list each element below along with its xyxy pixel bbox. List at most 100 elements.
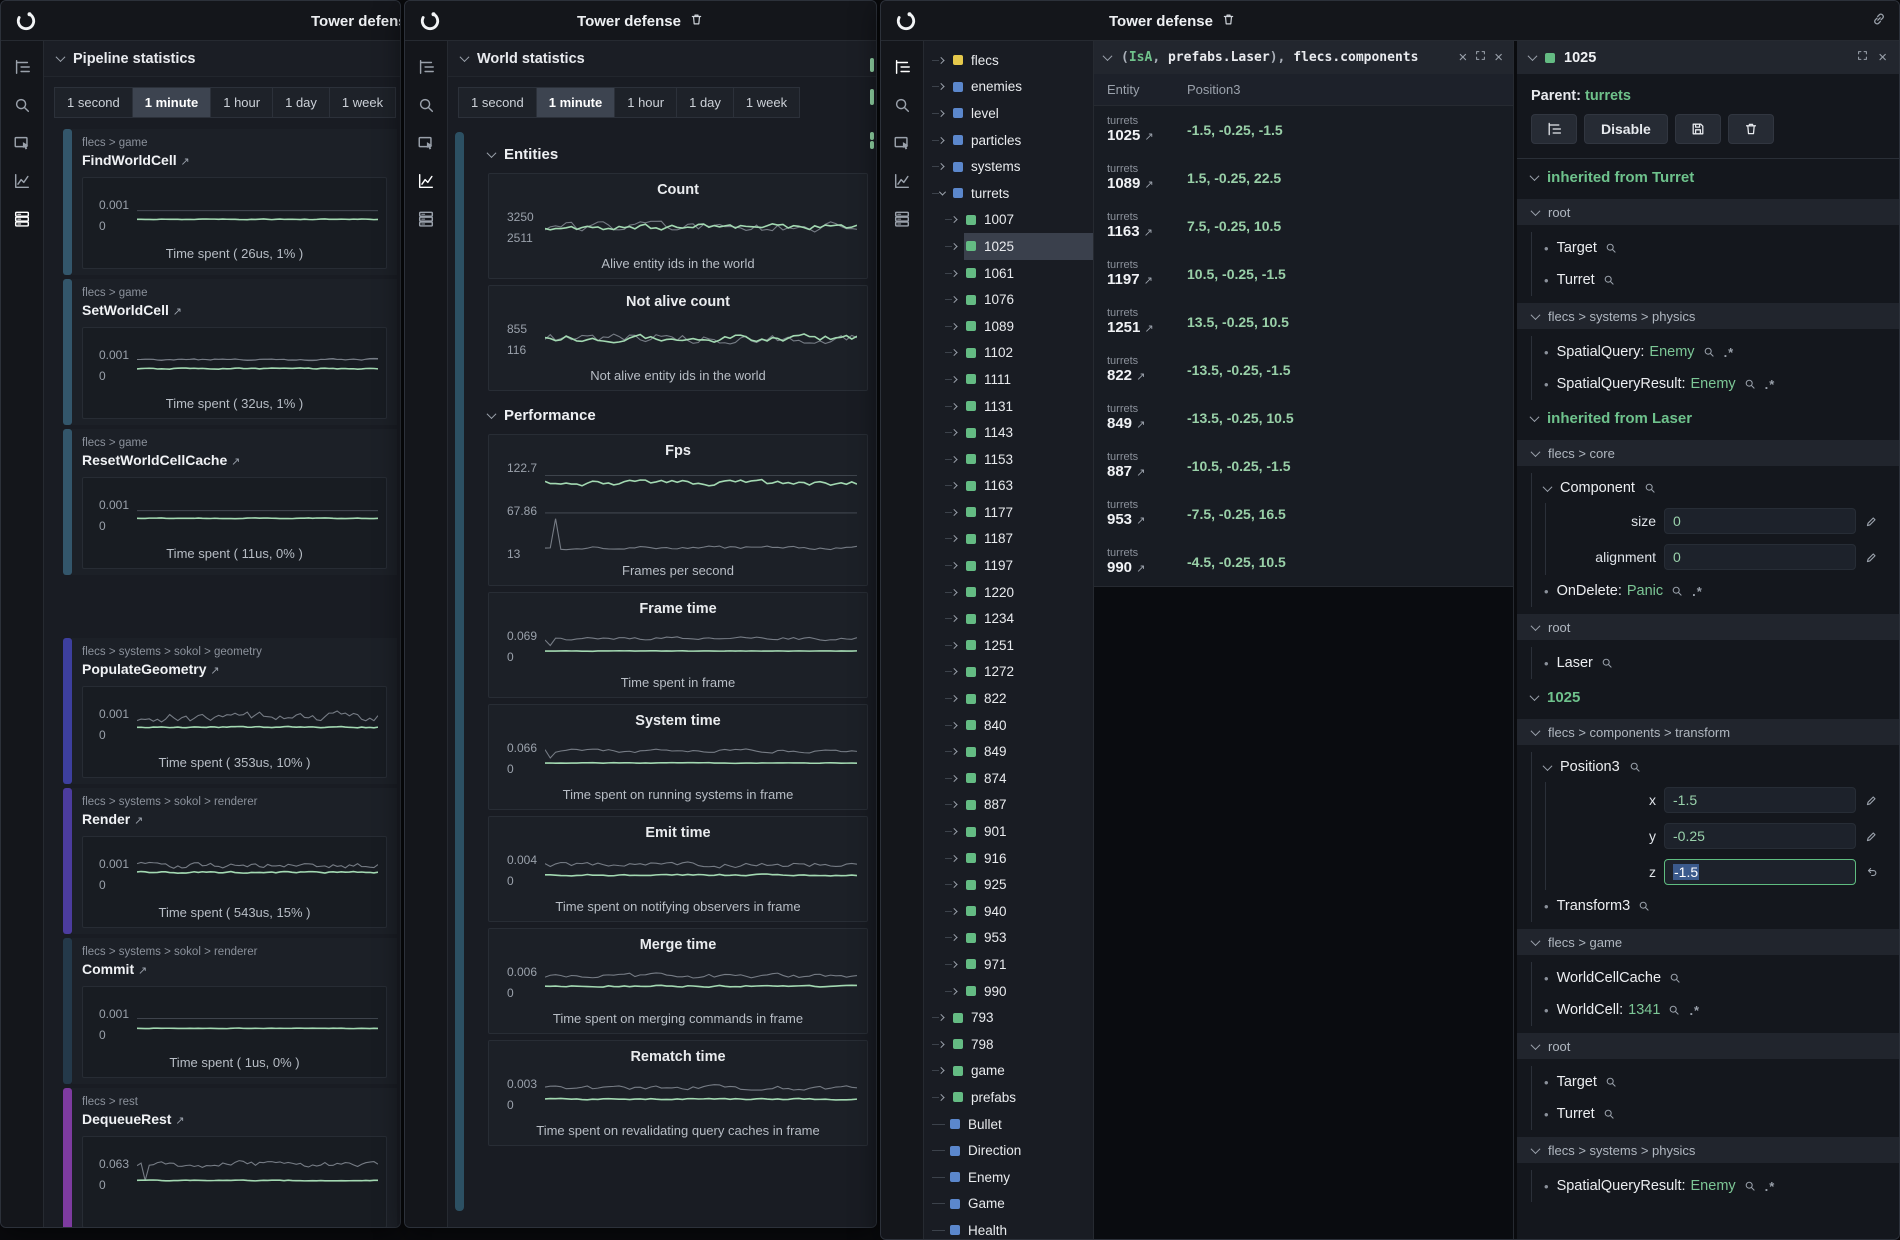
search-icon[interactable] (1603, 274, 1616, 287)
query-result-row[interactable]: turrets 953 ↗ -7.5, -0.25, 16.5 (1094, 490, 1513, 538)
time-tab[interactable]: 1 day (273, 88, 330, 117)
chart-title-link[interactable]: DequeueRest ↗ (82, 1110, 387, 1131)
chevron-right-icon[interactable] (953, 457, 964, 462)
chevron-right-icon[interactable] (953, 616, 964, 621)
component-item-Turret[interactable]: • Turret (1532, 264, 1899, 296)
trash-icon[interactable] (1221, 12, 1236, 31)
sidebar-tree-button[interactable] (10, 55, 34, 79)
tree-item-925[interactable]: 925 (924, 871, 1093, 898)
entity-link[interactable]: 953 ↗ (1107, 512, 1187, 529)
query-result-row[interactable]: turrets 849 ↗ -13.5, -0.25, 10.5 (1094, 394, 1513, 442)
tree-item-enemies[interactable]: enemies (924, 74, 1093, 101)
chart-title-link[interactable]: PopulateGeometry ↗ (82, 660, 387, 681)
tree-item-Bullet[interactable]: Bullet (924, 1111, 1093, 1138)
field-input-z[interactable]: -1.5 (1664, 859, 1856, 885)
component-item-Target[interactable]: • Target (1532, 232, 1899, 264)
parent-link[interactable]: turrets (1585, 88, 1631, 104)
tree-view-button[interactable] (1531, 114, 1577, 144)
component-item-Turret[interactable]: • Turret (1532, 1098, 1899, 1130)
chevron-right-icon[interactable] (953, 404, 964, 409)
sidebar-inspect-button[interactable] (414, 131, 438, 155)
pencil-button[interactable] (1865, 514, 1879, 528)
disable-button[interactable]: Disable (1584, 114, 1668, 144)
query-input[interactable]: (IsA, prefabs.Laser), flecs.components (1121, 50, 1418, 65)
tree-item-Health[interactable]: Health (924, 1217, 1093, 1239)
chevron-right-icon[interactable] (953, 989, 964, 994)
undo-button[interactable] (1865, 865, 1879, 879)
chevron-right-icon[interactable] (953, 802, 964, 807)
chevron-right-icon[interactable] (953, 563, 964, 568)
chevron-right-icon[interactable] (953, 297, 964, 302)
chevron-right-icon[interactable] (953, 510, 964, 515)
tree-item-Enemy[interactable]: Enemy (924, 1164, 1093, 1191)
chevron-right-icon[interactable] (953, 430, 964, 435)
sidebar-chart-button[interactable] (890, 169, 914, 193)
tree-item-1272[interactable]: 1272 (924, 659, 1093, 686)
tree-item-793[interactable]: 793 (924, 1004, 1093, 1031)
chevron-down-icon[interactable] (1528, 51, 1538, 61)
chevron-right-icon[interactable] (940, 111, 951, 116)
search-icon[interactable] (1638, 900, 1651, 913)
chevron-right-icon[interactable] (940, 84, 951, 89)
tree-item-1076[interactable]: 1076 (924, 286, 1093, 313)
chevron-right-icon[interactable] (953, 350, 964, 355)
chevron-right-icon[interactable] (953, 669, 964, 674)
time-tab[interactable]: 1 hour (211, 88, 273, 117)
tree-item-1007[interactable]: 1007 (924, 207, 1093, 234)
search-icon[interactable] (1644, 482, 1657, 495)
sidebar-chart-button[interactable] (10, 169, 34, 193)
chevron-right-icon[interactable] (953, 935, 964, 940)
chevron-right-icon[interactable] (953, 217, 964, 222)
tree-item-1025[interactable]: 1025 (924, 233, 1093, 260)
field-input-x[interactable]: -1.5 (1664, 787, 1856, 813)
close-icon[interactable]: × (1878, 50, 1887, 65)
column-header-position3[interactable]: Position3 (1187, 82, 1240, 97)
panel-header-world[interactable]: World statistics (448, 41, 876, 77)
search-icon[interactable] (1744, 1180, 1757, 1193)
query-result-row[interactable]: turrets 1163 ↗ 7.5, -0.25, 10.5 (1094, 202, 1513, 250)
inspector-section-bar[interactable]: flecs > systems > physics (1517, 1137, 1899, 1163)
share-link-icon[interactable] (1871, 11, 1887, 32)
time-tab[interactable]: 1 hour (615, 88, 677, 117)
chart-title-link[interactable]: FindWorldCell ↗ (82, 151, 387, 172)
tree-item-953[interactable]: 953 (924, 925, 1093, 952)
tree-item-1111[interactable]: 1111 (924, 366, 1093, 393)
search-icon[interactable] (1669, 972, 1682, 985)
tree-item-887[interactable]: 887 (924, 792, 1093, 819)
time-tab[interactable]: 1 second (459, 88, 537, 117)
pair-wildcard-icon[interactable]: .* (1765, 1179, 1776, 1194)
inspector-group-header[interactable]: inherited from Turret (1517, 159, 1899, 192)
component-item-SpatialQueryResult[interactable]: • SpatialQueryResult: Enemy .* (1532, 1170, 1899, 1202)
sidebar-pipeline-button[interactable] (10, 207, 34, 231)
expand-icon[interactable] (1856, 49, 1869, 67)
component-item-SpatialQueryResult[interactable]: • SpatialQueryResult: Enemy .* (1532, 368, 1899, 400)
inspector-section-bar[interactable]: root (1517, 1033, 1899, 1059)
search-icon[interactable] (1671, 585, 1684, 598)
chevron-right-icon[interactable] (953, 271, 964, 276)
search-icon[interactable] (1601, 657, 1614, 670)
query-result-row[interactable]: turrets 990 ↗ -4.5, -0.25, 10.5 (1094, 538, 1513, 586)
chevron-right-icon[interactable] (940, 138, 951, 143)
entity-link[interactable]: 887 ↗ (1107, 464, 1187, 481)
pencil-button[interactable] (1865, 550, 1879, 564)
search-icon[interactable] (1603, 1108, 1616, 1121)
panel-header-pipeline[interactable]: Pipeline statistics (44, 41, 400, 77)
chevron-right-icon[interactable] (953, 962, 964, 967)
inspector-section-bar[interactable]: flecs > components > transform (1517, 719, 1899, 745)
field-input-alignment[interactable]: 0 (1664, 544, 1856, 570)
expand-icon[interactable] (1474, 49, 1487, 66)
inspector-header[interactable]: 1025 × (1517, 41, 1899, 74)
query-result-row[interactable]: turrets 822 ↗ -13.5, -0.25, -1.5 (1094, 346, 1513, 394)
sidebar-inspect-button[interactable] (10, 131, 34, 155)
pair-wildcard-icon[interactable]: .* (1689, 1003, 1700, 1018)
search-icon[interactable] (1744, 378, 1757, 391)
entity-link[interactable]: 849 ↗ (1107, 416, 1187, 433)
inspector-section-bar[interactable]: flecs > core (1517, 440, 1899, 466)
chevron-right-icon[interactable] (953, 643, 964, 648)
component-expand-Component[interactable]: Component (1532, 473, 1899, 503)
tree-item-Game[interactable]: Game (924, 1191, 1093, 1218)
time-tab[interactable]: 1 second (55, 88, 133, 117)
chart-title-link[interactable]: Render ↗ (82, 810, 387, 831)
entity-link[interactable]: 1197 ↗ (1107, 272, 1187, 289)
component-item-OnDelete[interactable]: • OnDelete: Panic .* (1532, 575, 1899, 607)
